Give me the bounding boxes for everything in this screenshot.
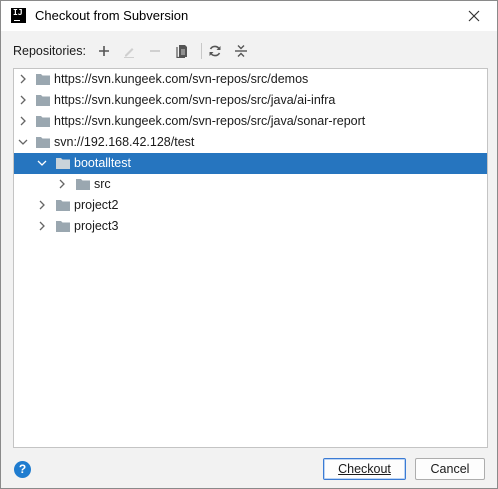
tree-row-repository[interactable]: https://svn.kungeek.com/svn-repos/src/de… xyxy=(14,69,487,90)
tree-row-label: https://svn.kungeek.com/svn-repos/src/de… xyxy=(54,72,309,86)
tree-row-label: project2 xyxy=(74,198,119,212)
repository-tree[interactable]: https://svn.kungeek.com/svn-repos/src/de… xyxy=(13,68,488,448)
chevron-down-icon[interactable] xyxy=(37,158,47,168)
checkout-dialog: IJ Checkout from Subversion Repositories… xyxy=(0,0,498,489)
folder-icon xyxy=(36,116,50,127)
intellij-app-icon: IJ xyxy=(11,8,26,23)
add-repository-button[interactable] xyxy=(94,41,114,61)
tree-row-label: https://svn.kungeek.com/svn-repos/src/ja… xyxy=(54,114,366,128)
title-bar: IJ Checkout from Subversion xyxy=(1,1,497,31)
tree-row-folder-selected[interactable]: bootalltest xyxy=(14,153,487,174)
tree-row-folder[interactable]: src xyxy=(14,174,487,195)
browse-changes-icon xyxy=(176,45,187,58)
repositories-label: Repositories: xyxy=(13,44,86,58)
edit-icon xyxy=(124,48,134,58)
help-icon: ? xyxy=(18,462,27,476)
folder-icon xyxy=(56,200,70,211)
app-icon-text: IJ xyxy=(13,8,23,17)
dialog-title: Checkout from Subversion xyxy=(35,8,189,23)
tree-row-repository[interactable]: https://svn.kungeek.com/svn-repos/src/ja… xyxy=(14,90,487,111)
cancel-button[interactable]: Cancel xyxy=(415,458,485,480)
remove-icon xyxy=(150,50,160,52)
close-button[interactable] xyxy=(457,3,491,29)
folder-icon xyxy=(56,221,70,232)
tree-row-repository[interactable]: https://svn.kungeek.com/svn-repos/src/ja… xyxy=(14,111,487,132)
remove-repository-button[interactable] xyxy=(145,41,165,61)
tree-row-label: project3 xyxy=(74,219,119,233)
toolbar-separator xyxy=(201,43,202,59)
folder-icon xyxy=(56,158,70,169)
chevron-right-icon[interactable] xyxy=(37,221,47,231)
chevron-down-icon[interactable] xyxy=(18,137,28,147)
chevron-right-icon[interactable] xyxy=(57,179,67,189)
checkout-button[interactable]: Checkout xyxy=(323,458,406,480)
help-button[interactable]: ? xyxy=(14,461,31,478)
tree-row-repository[interactable]: svn://192.168.42.128/test xyxy=(14,132,487,153)
folder-icon xyxy=(36,137,50,148)
browse-changes-button[interactable] xyxy=(172,41,192,61)
add-icon xyxy=(99,46,109,56)
collapse-all-icon xyxy=(235,45,247,57)
folder-icon xyxy=(36,95,50,106)
tree-row-label: src xyxy=(94,177,111,191)
folder-icon xyxy=(76,179,90,190)
tree-row-label: https://svn.kungeek.com/svn-repos/src/ja… xyxy=(54,93,336,107)
close-icon xyxy=(468,10,480,22)
refresh-button[interactable] xyxy=(205,41,225,61)
edit-repository-button[interactable] xyxy=(119,41,139,61)
chevron-right-icon[interactable] xyxy=(18,95,28,105)
folder-icon xyxy=(36,74,50,85)
chevron-right-icon[interactable] xyxy=(18,116,28,126)
repositories-toolbar: Repositories: xyxy=(1,39,497,63)
tree-row-folder[interactable]: project3 xyxy=(14,216,487,237)
refresh-icon xyxy=(209,45,221,57)
chevron-right-icon[interactable] xyxy=(37,200,47,210)
chevron-right-icon[interactable] xyxy=(18,74,28,84)
collapse-all-button[interactable] xyxy=(231,41,251,61)
tree-row-label: svn://192.168.42.128/test xyxy=(54,135,195,149)
tree-row-folder[interactable]: project2 xyxy=(14,195,487,216)
tree-row-label: bootalltest xyxy=(74,156,131,170)
